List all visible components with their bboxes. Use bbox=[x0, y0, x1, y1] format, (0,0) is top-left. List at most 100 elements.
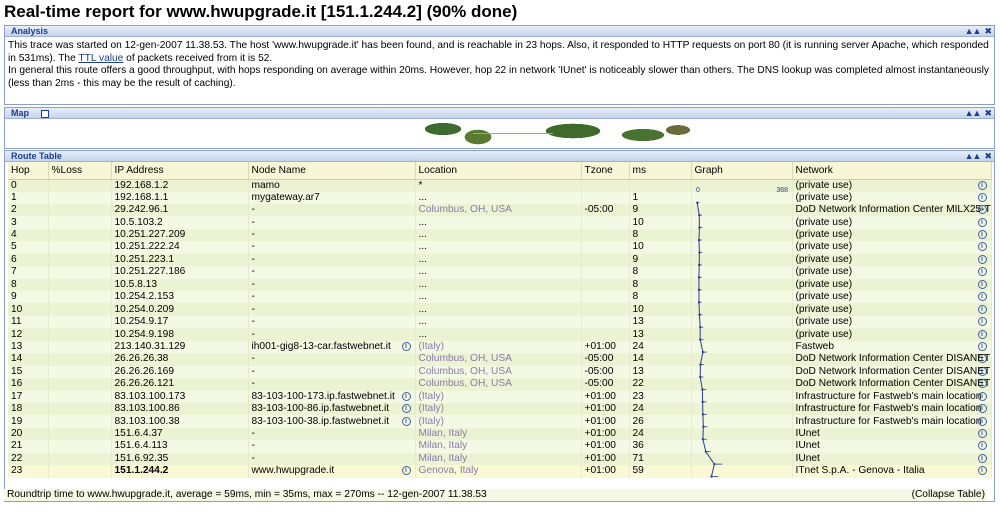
table-row[interactable]: 16 26.26.26.121 - Columbus, OH, USA -05:00 22… bbox=[8, 378, 992, 391]
col-ip[interactable]: IP Address bbox=[111, 162, 249, 180]
table-row[interactable]: 23 151.1.244.2 www.hwupgrade.it i Genova, It… bbox=[8, 465, 992, 478]
tzone-cell: -05:00 bbox=[581, 378, 630, 391]
node-info-icon[interactable]: i bbox=[401, 416, 411, 426]
table-row[interactable]: 1 192.168.1.1 mygateway.ar7... 1 i (private u… bbox=[8, 191, 992, 204]
ip-cell: 151.1.244.2 bbox=[111, 465, 249, 478]
col-graph[interactable]: Graph bbox=[691, 162, 793, 180]
location-cell-text: ... bbox=[418, 328, 428, 340]
loss-cell bbox=[48, 303, 112, 316]
ms-cell: 22 bbox=[629, 378, 692, 391]
col-node[interactable]: Node Name bbox=[248, 162, 416, 180]
table-row[interactable]: 10 10.254.0.209 -... 10 i (private use) bbox=[8, 303, 992, 316]
map-header-controls: ▲▲ ✖ bbox=[961, 108, 992, 119]
hop-cell: 0 bbox=[8, 179, 49, 192]
table-row[interactable]: 18 83.103.100.86 83-103-100-86.ip.fastwebn… bbox=[8, 402, 992, 416]
network-info-icon[interactable]: i bbox=[977, 242, 987, 252]
hop-cell: 20 bbox=[8, 427, 49, 441]
network-info-icon[interactable]: i bbox=[977, 180, 987, 190]
close-icon[interactable]: ✖ bbox=[984, 108, 991, 118]
node-info-icon[interactable]: i bbox=[401, 466, 411, 476]
hop-cell-text: 5 bbox=[11, 241, 17, 253]
table-row[interactable]: 9 10.254.2.153 -... 8 i (private use) bbox=[8, 291, 992, 304]
network-info-icon[interactable]: i bbox=[977, 217, 987, 227]
network-info-icon[interactable]: i bbox=[977, 441, 987, 451]
ttl-value-link[interactable]: TTL value bbox=[78, 53, 123, 64]
table-row[interactable]: 15 26.26.26.169 - Columbus, OH, USA -05:00 13… bbox=[8, 365, 992, 379]
collapse-up-icon[interactable]: ▲▲ bbox=[965, 108, 982, 118]
location-cell: (Italy) bbox=[415, 415, 582, 428]
network-cell: i (private use) bbox=[792, 191, 992, 204]
col-network[interactable]: Network bbox=[792, 162, 992, 180]
table-row[interactable]: 21 151.6.4.113 - Milan, Italy +01:00 36 i IUnet bbox=[8, 440, 992, 453]
network-info-icon[interactable]: i bbox=[977, 317, 987, 327]
network-cell: i DoD Network Information Center DISANET bbox=[792, 353, 992, 366]
table-row[interactable]: 17 83.103.100.173 83-103-100-173.ip.fastwe… bbox=[8, 390, 992, 403]
table-row[interactable]: 14 26.26.26.38 - Columbus, OH, USA -05:00 14 i… bbox=[8, 353, 992, 366]
collapse-table-link[interactable]: (Collapse Table) bbox=[912, 489, 985, 501]
ip-cell-text: 10.254.9.17 bbox=[114, 316, 169, 328]
col-tzone[interactable]: Tzone bbox=[581, 162, 630, 180]
table-row[interactable]: 7 10.251.227.186 -... 8 i (private use) bbox=[8, 266, 992, 279]
network-info-icon[interactable]: i bbox=[977, 341, 987, 351]
tzone-cell bbox=[581, 191, 630, 204]
network-info-icon[interactable]: i bbox=[977, 254, 987, 264]
node-info-icon[interactable]: i bbox=[401, 404, 411, 414]
network-info-icon[interactable]: i bbox=[977, 230, 987, 240]
network-info-icon[interactable]: i bbox=[977, 329, 987, 339]
ip-cell: 10.5.103.2 bbox=[111, 216, 249, 229]
network-info-icon[interactable]: i bbox=[977, 453, 987, 463]
ip-cell-text: 151.1.244.2 bbox=[114, 465, 169, 477]
network-info-icon[interactable]: i bbox=[977, 429, 987, 439]
ms-cell-text: 24 bbox=[632, 428, 644, 440]
close-icon[interactable]: ✖ bbox=[984, 151, 991, 161]
network-info-icon[interactable]: i bbox=[977, 292, 987, 302]
network-info-icon[interactable]: i bbox=[977, 267, 987, 277]
close-icon[interactable]: ✖ bbox=[984, 26, 991, 36]
table-row[interactable]: 13 213.140.31.129 ih001-gig8-13-car.fastwe… bbox=[8, 340, 992, 354]
ms-cell: 71 bbox=[629, 452, 692, 466]
node-cell-text: - bbox=[251, 204, 255, 216]
ms-cell: 8 bbox=[629, 291, 692, 304]
col-hop[interactable]: Hop bbox=[8, 162, 49, 180]
network-info-icon[interactable]: i bbox=[977, 304, 987, 314]
node-cell-text: - bbox=[251, 291, 255, 303]
col-ms[interactable]: ms bbox=[629, 162, 692, 180]
node-cell-text: - bbox=[251, 328, 255, 340]
network-cell: i (private use) bbox=[792, 266, 992, 279]
table-row[interactable]: 12 10.254.9.198 -... 13 i (private use) bbox=[8, 328, 992, 341]
node-cell-text: - bbox=[251, 365, 255, 377]
network-info-icon[interactable]: i bbox=[977, 192, 987, 202]
node-info-icon[interactable]: i bbox=[401, 341, 411, 351]
table-row[interactable]: 11 10.254.9.17 -... 13 i (private use) bbox=[8, 315, 992, 329]
table-row[interactable]: 0 192.168.1.2 mamo * i (private use) bbox=[8, 179, 992, 192]
col-location[interactable]: Location bbox=[415, 162, 582, 180]
table-row[interactable]: 22 151.6.92.35 - Milan, Italy +01:00 71 i IUnet bbox=[8, 452, 992, 466]
collapse-up-icon[interactable]: ▲▲ bbox=[965, 151, 982, 161]
network-info-icon[interactable]: i bbox=[977, 279, 987, 289]
table-row[interactable]: 20 151.6.4.37 - Milan, Italy +01:00 24 i IUnet bbox=[8, 427, 992, 441]
hop-cell-text: 6 bbox=[11, 253, 17, 265]
ip-cell: 83.103.100.86 bbox=[111, 402, 249, 416]
node-info-icon[interactable]: i bbox=[401, 391, 411, 401]
node-cell: - bbox=[248, 452, 416, 466]
node-cell-text: - bbox=[251, 241, 255, 253]
map-options-icon[interactable] bbox=[41, 109, 49, 118]
world-map-image[interactable] bbox=[418, 121, 692, 148]
node-cell: www.hwupgrade.it i bbox=[248, 465, 416, 478]
ms-cell-text: 8 bbox=[632, 229, 639, 241]
col-loss[interactable]: %Loss bbox=[48, 162, 112, 180]
table-row[interactable]: 6 10.251.223.1 -... 9 i (private use) bbox=[8, 253, 992, 267]
table-row[interactable]: 5 10.251.222.24 -... 10 i (private use) bbox=[8, 241, 992, 254]
ms-cell: 26 bbox=[629, 415, 692, 428]
collapse-up-icon[interactable]: ▲▲ bbox=[965, 26, 982, 36]
hop-cell: 12 bbox=[8, 328, 49, 341]
table-row[interactable]: 8 10.5.8.13 -... 8 i (private use) bbox=[8, 278, 992, 291]
node-cell: - bbox=[248, 216, 416, 229]
table-row[interactable]: 4 10.251.227.209 -... 8 i (private use) bbox=[8, 228, 992, 242]
loss-cell bbox=[48, 328, 112, 341]
table-row[interactable]: 3 10.5.103.2 -... 10 i (private use) bbox=[8, 216, 992, 229]
table-row[interactable]: 2 29.242.96.1 - Columbus, OH, USA -05:00 9 i Do… bbox=[8, 203, 992, 217]
network-info-icon[interactable]: i bbox=[977, 466, 987, 476]
tzone-cell bbox=[581, 216, 630, 229]
table-row[interactable]: 19 83.103.100.38 83-103-100-38.ip.fastwebn… bbox=[8, 415, 992, 428]
